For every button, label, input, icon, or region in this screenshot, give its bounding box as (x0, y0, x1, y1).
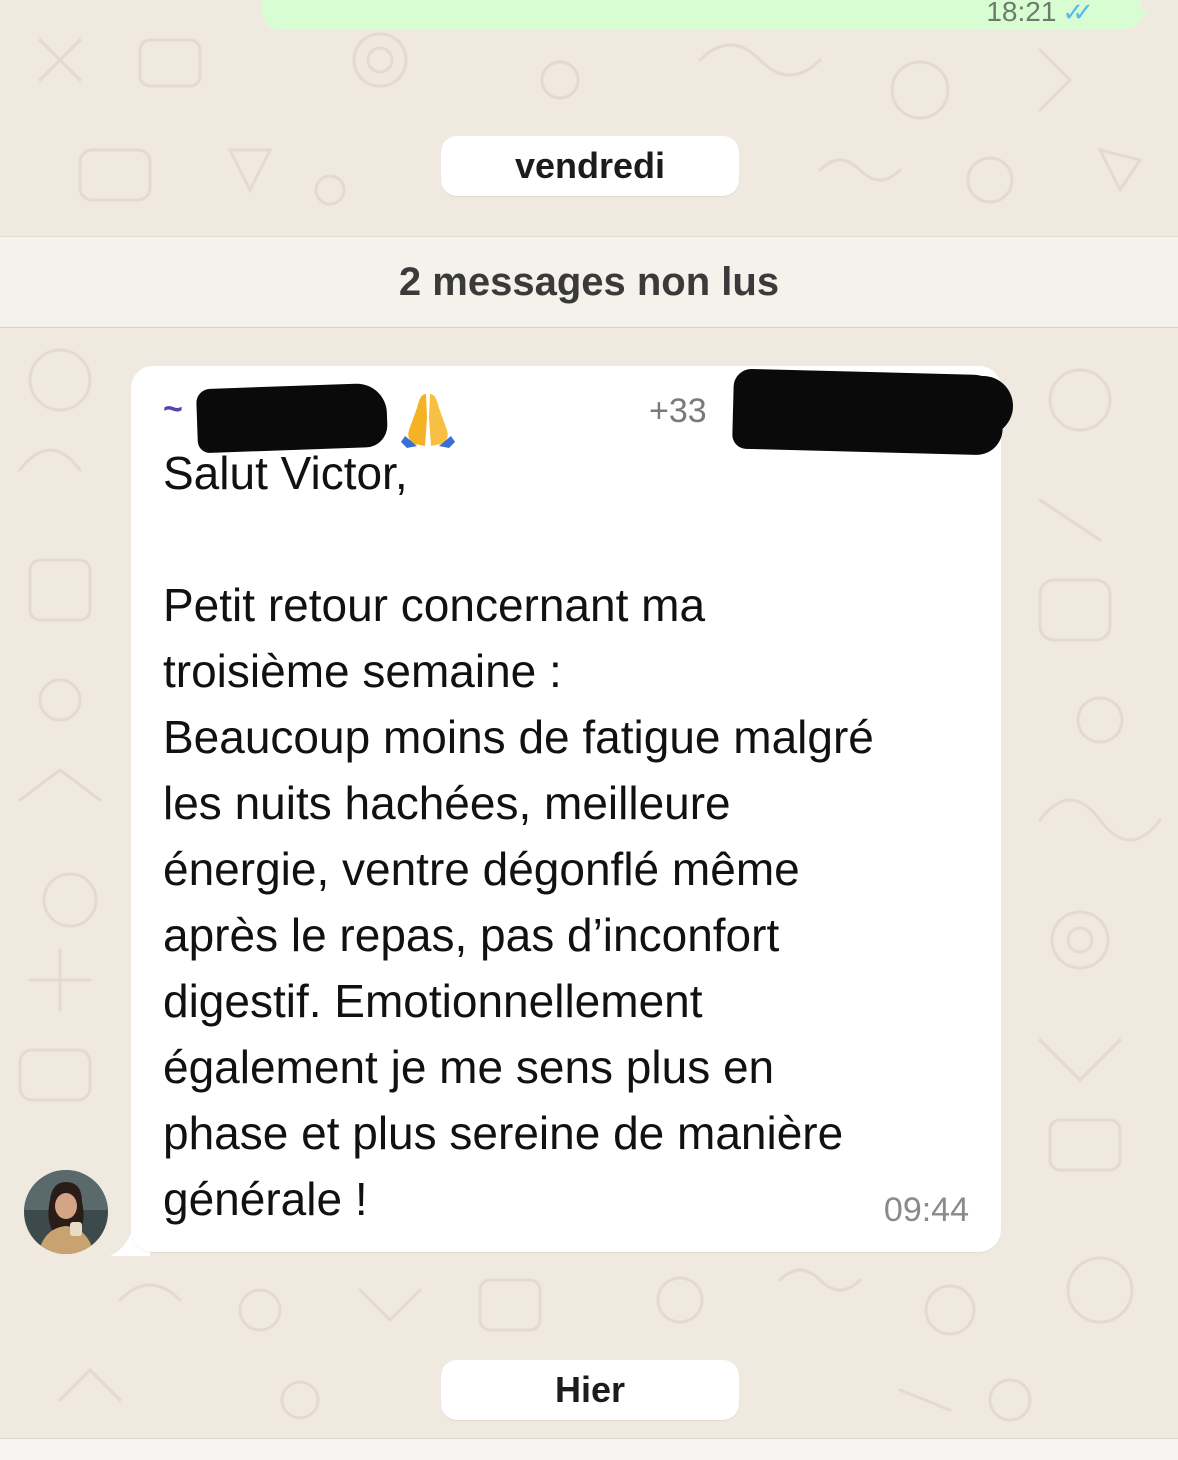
sender-avatar[interactable] (24, 1170, 108, 1254)
sender-name-prefix: ~ (163, 390, 183, 428)
message-time: 09:44 (883, 1191, 969, 1229)
previous-message-time: 18:21 ✓✓ (986, 0, 1093, 28)
previous-outgoing-bubble[interactable]: 18:21 ✓✓ (262, 0, 1142, 30)
date-separator-hier: Hier (441, 1360, 739, 1420)
avatar-photo-icon (24, 1170, 108, 1254)
previous-bubble-tail (1128, 12, 1150, 30)
bottom-edge-bar (0, 1438, 1178, 1460)
sender-header[interactable]: ~ +33 (163, 368, 1013, 456)
message-text: Salut Victor, Petit retour concernant ma… (163, 447, 874, 1225)
incoming-message-bubble[interactable]: ~ +33 Salut Victor, Petit retour concern… (131, 366, 1013, 1252)
read-ticks-icon: ✓✓ (1062, 0, 1093, 27)
folded-hands-emoji-icon (401, 394, 455, 448)
redacted-phone-number-tail (903, 376, 1013, 436)
unread-messages-banner: 2 messages non lus (0, 236, 1178, 328)
sender-phone-prefix: +33 (649, 392, 707, 430)
date-separator-vendredi: vendredi (441, 136, 739, 196)
